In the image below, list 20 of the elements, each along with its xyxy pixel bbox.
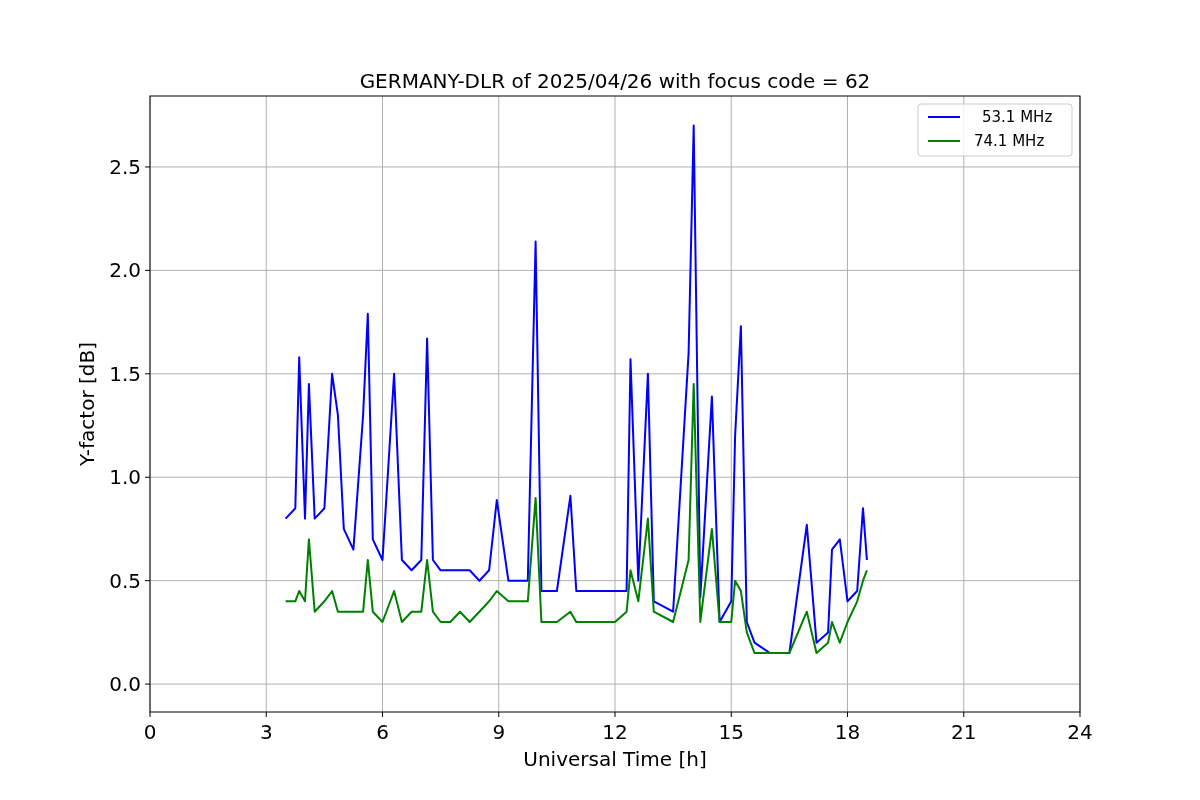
tick-label: 0.0 <box>109 672 141 697</box>
tick-label: 0.5 <box>109 568 141 593</box>
chart-title: GERMANY-DLR of 2025/04/26 with focus code = 62 <box>359 69 871 93</box>
tick-label: 2.0 <box>109 258 141 283</box>
legend-label: 74.1 MHz <box>974 132 1045 150</box>
legend-label: 53.1 MHz <box>982 108 1053 126</box>
tick-label: 0 <box>143 720 157 744</box>
tick-label: 9 <box>492 720 506 744</box>
y-axis-label: Y-factor [dB] <box>75 342 99 466</box>
tick-label: 2.5 <box>109 154 141 179</box>
tick-label: 18 <box>834 720 861 744</box>
tick-label: 3 <box>259 720 273 744</box>
tick-label: 6 <box>376 720 389 744</box>
tick-label: 1.5 <box>109 361 141 386</box>
tick-label: 1.0 <box>109 465 141 490</box>
tick-label: 21 <box>951 720 977 744</box>
tick-label: 24 <box>1067 720 1093 744</box>
tick-label: 15 <box>718 720 744 744</box>
x-axis-label: Universal Time [h] <box>523 747 707 771</box>
tick-label: 12 <box>602 720 628 744</box>
